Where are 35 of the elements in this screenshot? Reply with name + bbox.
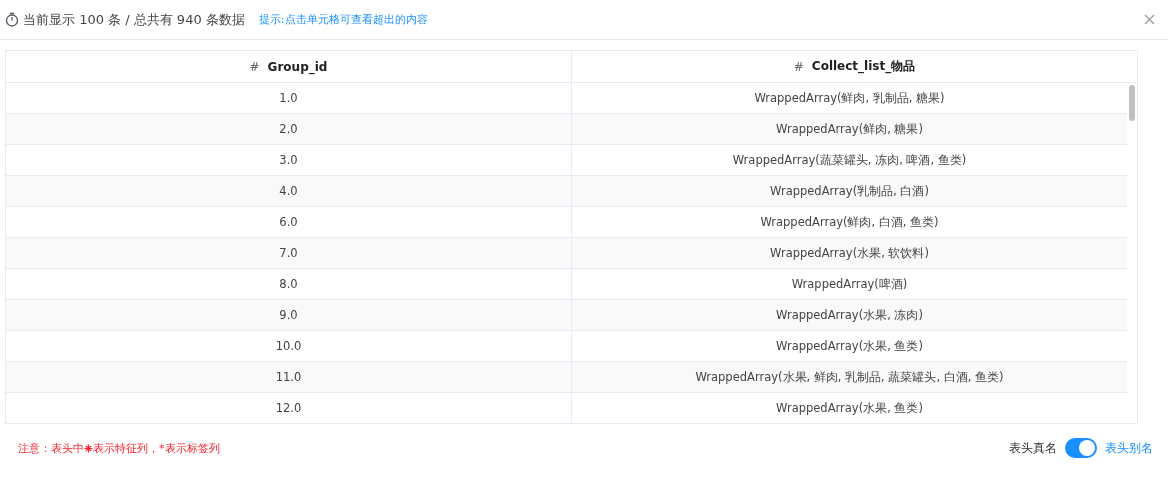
table-cell: 1.0 (6, 83, 572, 113)
header-alias-switch[interactable] (1065, 438, 1097, 458)
feature-icon (84, 443, 93, 453)
column-header: # Group_id (6, 51, 572, 82)
table-cell: 12.0 (6, 393, 572, 423)
table-cell: 7.0 (6, 238, 572, 268)
close-icon[interactable] (1144, 14, 1155, 25)
table-cell-text: WrappedArray(啤酒) (790, 275, 909, 293)
timer-icon (5, 12, 19, 27)
record-count: 当前显示 100 条 / 总共有 940 条数据 (23, 10, 245, 29)
scrollbar-thumb[interactable] (1129, 85, 1135, 121)
table-cell-text: WrappedArray(鲜肉, 糖果) (775, 120, 924, 138)
column-header: # Collect_list_物品 (792, 58, 917, 76)
table-cell: 6.0 (6, 207, 572, 237)
table-cell: 11.0 (6, 362, 572, 392)
table-cell-text: WrappedArray(鲜肉, 白酒, 鱼类) (759, 213, 940, 231)
switch-label: 表头真名 (1009, 439, 1057, 457)
note-text: 注意：表头中 (18, 440, 84, 456)
table-cell-text: WrappedArray(蔬菜罐头, 冻肉, 啤酒, 鱼类) (731, 151, 968, 169)
table-cell-text: WrappedArray(水果, 软饮料) (769, 244, 930, 262)
note-text: 表示特征列，*表示标签列 (93, 440, 220, 456)
table-cell: 4.0 (6, 176, 572, 206)
table-cell-text: WrappedArray(水果, 鱼类) (775, 337, 924, 355)
table-cell-text: WrappedArray(水果, 冻肉) (775, 306, 924, 324)
table-cell: 10.0 (6, 331, 572, 361)
table-cell-text: WrappedArray(水果, 鱼类) (775, 399, 924, 417)
table-cell: 3.0 (6, 145, 572, 175)
table-cell-text: WrappedArray(乳制品, 白酒) (769, 182, 930, 200)
switch-label: 表头别名 (1105, 439, 1153, 457)
table-cell: 2.0 (6, 114, 572, 144)
hint-text: 提示:点击单元格可查看超出的内容 (258, 12, 428, 27)
table-cell: 9.0 (6, 300, 572, 330)
table-cell: 8.0 (6, 269, 572, 299)
table-cell-text: WrappedArray(鲜肉, 乳制品, 糖果) (753, 89, 946, 107)
table-cell-text: WrappedArray(水果, 鲜肉, 乳制品, 蔬菜罐头, 白酒, 鱼类) (694, 368, 1005, 386)
